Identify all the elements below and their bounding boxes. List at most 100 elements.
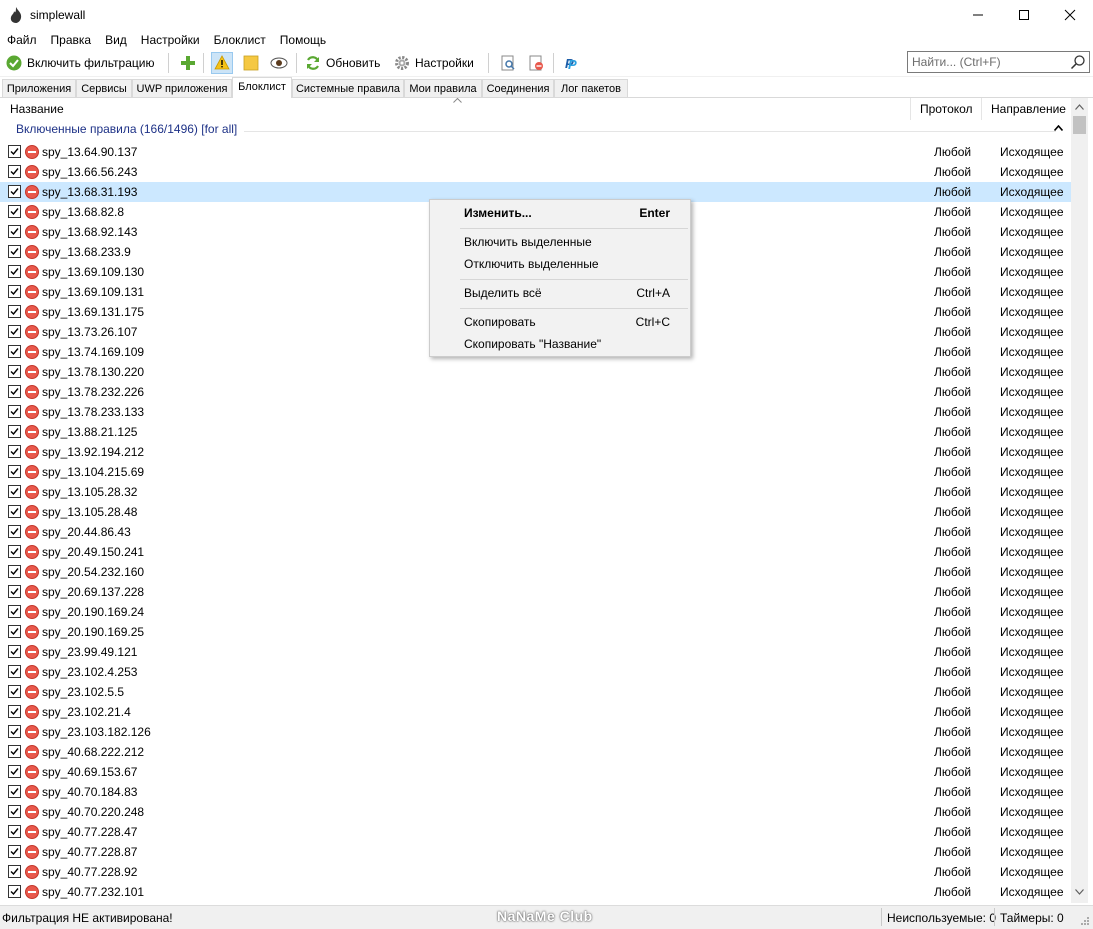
settings-button[interactable]: Настройки xyxy=(394,52,474,74)
search-icon[interactable] xyxy=(1070,54,1086,70)
enable-filter-button[interactable]: Включить фильтрацию xyxy=(6,52,154,74)
search-box[interactable] xyxy=(907,51,1090,73)
menu-view[interactable]: Вид xyxy=(98,30,134,50)
rule-checkbox[interactable] xyxy=(8,705,21,718)
rule-checkbox[interactable] xyxy=(8,485,21,498)
menu-item-copy-name[interactable]: Скопировать "Название" xyxy=(464,337,601,351)
rule-checkbox[interactable] xyxy=(8,885,21,898)
rule-checkbox[interactable] xyxy=(8,265,21,278)
scroll-down-icon[interactable] xyxy=(1075,889,1084,895)
refresh-button[interactable]: Обновить xyxy=(305,52,380,74)
rule-checkbox[interactable] xyxy=(8,185,21,198)
rule-checkbox[interactable] xyxy=(8,245,21,258)
table-row[interactable]: spy_13.78.233.133 Любой Исходящее xyxy=(0,402,1071,422)
tab-blocklist[interactable]: Блоклист xyxy=(232,77,292,98)
table-row[interactable]: spy_23.102.5.5 Любой Исходящее xyxy=(0,682,1071,702)
column-header-protocol[interactable]: Протокол xyxy=(920,98,973,120)
add-rule-button[interactable] xyxy=(177,52,199,74)
tab-my-rules[interactable]: Мои правила xyxy=(404,79,482,97)
close-button[interactable] xyxy=(1047,0,1093,30)
rule-checkbox[interactable] xyxy=(8,285,21,298)
rule-checkbox[interactable] xyxy=(8,565,21,578)
rule-checkbox[interactable] xyxy=(8,385,21,398)
tab-connections[interactable]: Соединения xyxy=(482,79,554,97)
table-row[interactable]: spy_13.105.28.48 Любой Исходящее xyxy=(0,502,1071,522)
rule-checkbox[interactable] xyxy=(8,765,21,778)
rule-checkbox[interactable] xyxy=(8,785,21,798)
column-header-direction[interactable]: Направление xyxy=(991,98,1066,120)
rule-checkbox[interactable] xyxy=(8,225,21,238)
table-row[interactable]: spy_13.105.28.32 Любой Исходящее xyxy=(0,482,1071,502)
log-view-button[interactable] xyxy=(497,52,519,74)
rule-checkbox[interactable] xyxy=(8,425,21,438)
table-row[interactable]: spy_13.78.232.226 Любой Исходящее xyxy=(0,382,1071,402)
minimize-button[interactable] xyxy=(955,0,1001,30)
rule-checkbox[interactable] xyxy=(8,525,21,538)
chevron-up-icon[interactable] xyxy=(1054,125,1063,131)
resize-grip-icon[interactable] xyxy=(1080,916,1090,926)
table-row[interactable]: spy_20.44.86.43 Любой Исходящее xyxy=(0,522,1071,542)
rule-checkbox[interactable] xyxy=(8,825,21,838)
rule-checkbox[interactable] xyxy=(8,645,21,658)
rule-checkbox[interactable] xyxy=(8,665,21,678)
rule-checkbox[interactable] xyxy=(8,165,21,178)
rule-checkbox[interactable] xyxy=(8,865,21,878)
rule-checkbox[interactable] xyxy=(8,725,21,738)
column-header-name[interactable]: Название xyxy=(10,98,64,120)
rule-checkbox[interactable] xyxy=(8,365,21,378)
table-row[interactable]: spy_13.64.90.137 Любой Исходящее xyxy=(0,142,1071,162)
table-row[interactable]: spy_23.102.21.4 Любой Исходящее xyxy=(0,702,1071,722)
search-input[interactable] xyxy=(912,54,1062,70)
menu-help[interactable]: Помощь xyxy=(273,30,333,50)
table-row[interactable]: spy_13.88.21.125 Любой Исходящее xyxy=(0,422,1071,442)
rule-checkbox[interactable] xyxy=(8,805,21,818)
rule-checkbox[interactable] xyxy=(8,545,21,558)
table-row[interactable]: spy_13.104.215.69 Любой Исходящее xyxy=(0,462,1071,482)
vertical-scrollbar[interactable] xyxy=(1071,98,1088,903)
rule-checkbox[interactable] xyxy=(8,685,21,698)
menu-blocklist[interactable]: Блоклист xyxy=(207,30,273,50)
rule-checkbox[interactable] xyxy=(8,305,21,318)
warning-toggle-button[interactable] xyxy=(211,52,233,74)
table-row[interactable]: spy_23.102.4.253 Любой Исходящее xyxy=(0,662,1071,682)
rule-checkbox[interactable] xyxy=(8,505,21,518)
table-row[interactable]: spy_20.49.150.241 Любой Исходящее xyxy=(0,542,1071,562)
table-row[interactable]: spy_40.77.228.47 Любой Исходящее xyxy=(0,822,1071,842)
tab-system-rules[interactable]: Системные правила xyxy=(292,79,404,97)
maximize-button[interactable] xyxy=(1001,0,1047,30)
notes-button[interactable] xyxy=(240,52,262,74)
rule-checkbox[interactable] xyxy=(8,445,21,458)
table-row[interactable]: spy_20.69.137.228 Любой Исходящее xyxy=(0,582,1071,602)
tab-packet-log[interactable]: Лог пакетов xyxy=(554,79,628,97)
rule-checkbox[interactable] xyxy=(8,625,21,638)
table-row[interactable]: spy_20.190.169.25 Любой Исходящее xyxy=(0,622,1071,642)
table-row[interactable]: spy_13.78.130.220 Любой Исходящее xyxy=(0,362,1071,382)
menu-item-select-all[interactable]: Выделить всё xyxy=(464,286,542,300)
table-row[interactable]: spy_40.77.232.101 Любой Исходящее xyxy=(0,882,1071,902)
rule-checkbox[interactable] xyxy=(8,345,21,358)
table-row[interactable]: spy_23.99.49.121 Любой Исходящее xyxy=(0,642,1071,662)
rule-checkbox[interactable] xyxy=(8,145,21,158)
table-row[interactable]: spy_40.77.228.92 Любой Исходящее xyxy=(0,862,1071,882)
scrollbar-thumb[interactable] xyxy=(1073,116,1086,134)
rule-checkbox[interactable] xyxy=(8,465,21,478)
view-button[interactable] xyxy=(268,52,290,74)
rule-checkbox[interactable] xyxy=(8,845,21,858)
table-row[interactable]: spy_40.69.153.67 Любой Исходящее xyxy=(0,762,1071,782)
table-row[interactable]: spy_40.70.184.83 Любой Исходящее xyxy=(0,782,1071,802)
log-clear-button[interactable] xyxy=(525,52,547,74)
tab-uwp-apps[interactable]: UWP приложения xyxy=(132,79,232,97)
table-row[interactable]: spy_20.190.169.24 Любой Исходящее xyxy=(0,602,1071,622)
rule-checkbox[interactable] xyxy=(8,605,21,618)
menu-item-enable-selected[interactable]: Включить выделенные xyxy=(464,235,592,249)
menu-item-disable-selected[interactable]: Отключить выделенные xyxy=(464,257,599,271)
table-row[interactable]: spy_13.92.194.212 Любой Исходящее xyxy=(0,442,1071,462)
table-row[interactable]: spy_40.77.228.87 Любой Исходящее xyxy=(0,842,1071,862)
scroll-up-icon[interactable] xyxy=(1075,104,1084,110)
table-row[interactable]: spy_13.66.56.243 Любой Исходящее xyxy=(0,162,1071,182)
table-row[interactable]: spy_40.70.220.248 Любой Исходящее xyxy=(0,802,1071,822)
table-row[interactable]: spy_23.103.182.126 Любой Исходящее xyxy=(0,722,1071,742)
rule-checkbox[interactable] xyxy=(8,745,21,758)
donate-button[interactable]: P P xyxy=(561,52,583,74)
rule-checkbox[interactable] xyxy=(8,585,21,598)
